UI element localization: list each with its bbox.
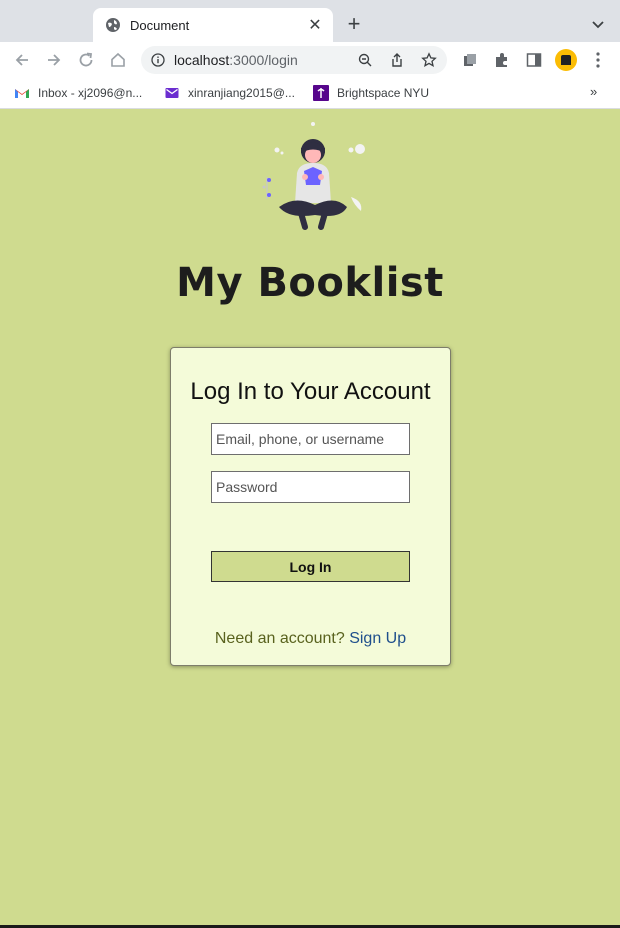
bookmarks-overflow-icon[interactable]: »: [590, 84, 597, 99]
bookmark-star-icon[interactable]: [421, 52, 437, 68]
browser-toolbar: localhost:3000/login: [0, 42, 620, 78]
home-icon[interactable]: [108, 50, 128, 70]
bookmarks-bar: Inbox - xj2096@n... xinranjiang2015@... …: [0, 78, 620, 109]
username-input[interactable]: [211, 423, 410, 455]
signup-link[interactable]: Sign Up: [349, 630, 406, 647]
extensions-puzzle-icon[interactable]: [493, 51, 511, 69]
app-brand-title: My Booklist: [176, 260, 444, 306]
profile-avatar-icon: [561, 55, 571, 65]
tab-title: Document: [130, 17, 190, 33]
reload-icon[interactable]: [76, 50, 96, 70]
more-menu-icon[interactable]: [590, 51, 606, 69]
site-info-icon[interactable]: [151, 53, 165, 67]
login-page: My Booklist Log In to Your Account Log I…: [0, 110, 620, 925]
globe-icon: [106, 18, 120, 32]
extension-pages-icon[interactable]: [461, 51, 479, 69]
bookmark-label: Brightspace NYU: [337, 86, 430, 100]
address-bar[interactable]: localhost:3000/login: [141, 46, 447, 74]
login-card-title: Log In to Your Account: [190, 378, 431, 405]
password-input[interactable]: [211, 471, 410, 503]
tab-strip: Document ✕ +: [0, 0, 620, 42]
tab-search-chevron-icon[interactable]: [588, 14, 608, 34]
mail-icon: [165, 88, 179, 98]
tab-document[interactable]: Document ✕: [93, 8, 333, 42]
url-text[interactable]: localhost:3000/login: [174, 52, 357, 68]
bookmark-label: Inbox - xj2096@n...: [38, 86, 143, 100]
share-icon[interactable]: [389, 52, 405, 68]
signup-prompt: Need an account?: [214, 630, 345, 647]
new-tab-button[interactable]: +: [344, 12, 364, 36]
url-path: :3000/login: [229, 52, 298, 68]
forward-arrow-icon[interactable]: [44, 50, 64, 70]
brightspace-icon: [313, 85, 329, 101]
close-tab-icon[interactable]: ✕: [307, 15, 323, 35]
gmail-icon: [15, 89, 29, 98]
url-host: localhost: [174, 52, 230, 68]
bookmark-inbox[interactable]: Inbox - xj2096@n...: [14, 83, 142, 103]
bookmark-mail[interactable]: xinranjiang2015@...: [164, 83, 295, 103]
bookmark-brightspace[interactable]: Brightspace NYU: [313, 83, 429, 103]
signup-row: Need an account? Sign Up: [171, 630, 450, 648]
reading-person-illustration: [262, 122, 365, 230]
login-button[interactable]: Log In: [211, 551, 410, 582]
login-card: Log In to Your Account Log In Need an ac…: [170, 347, 451, 666]
profile-avatar[interactable]: [555, 49, 577, 71]
back-arrow-icon[interactable]: [12, 50, 32, 70]
side-panel-icon[interactable]: [525, 51, 543, 69]
zoom-out-icon[interactable]: [357, 52, 373, 68]
bookmark-label: xinranjiang2015@...: [188, 86, 295, 100]
